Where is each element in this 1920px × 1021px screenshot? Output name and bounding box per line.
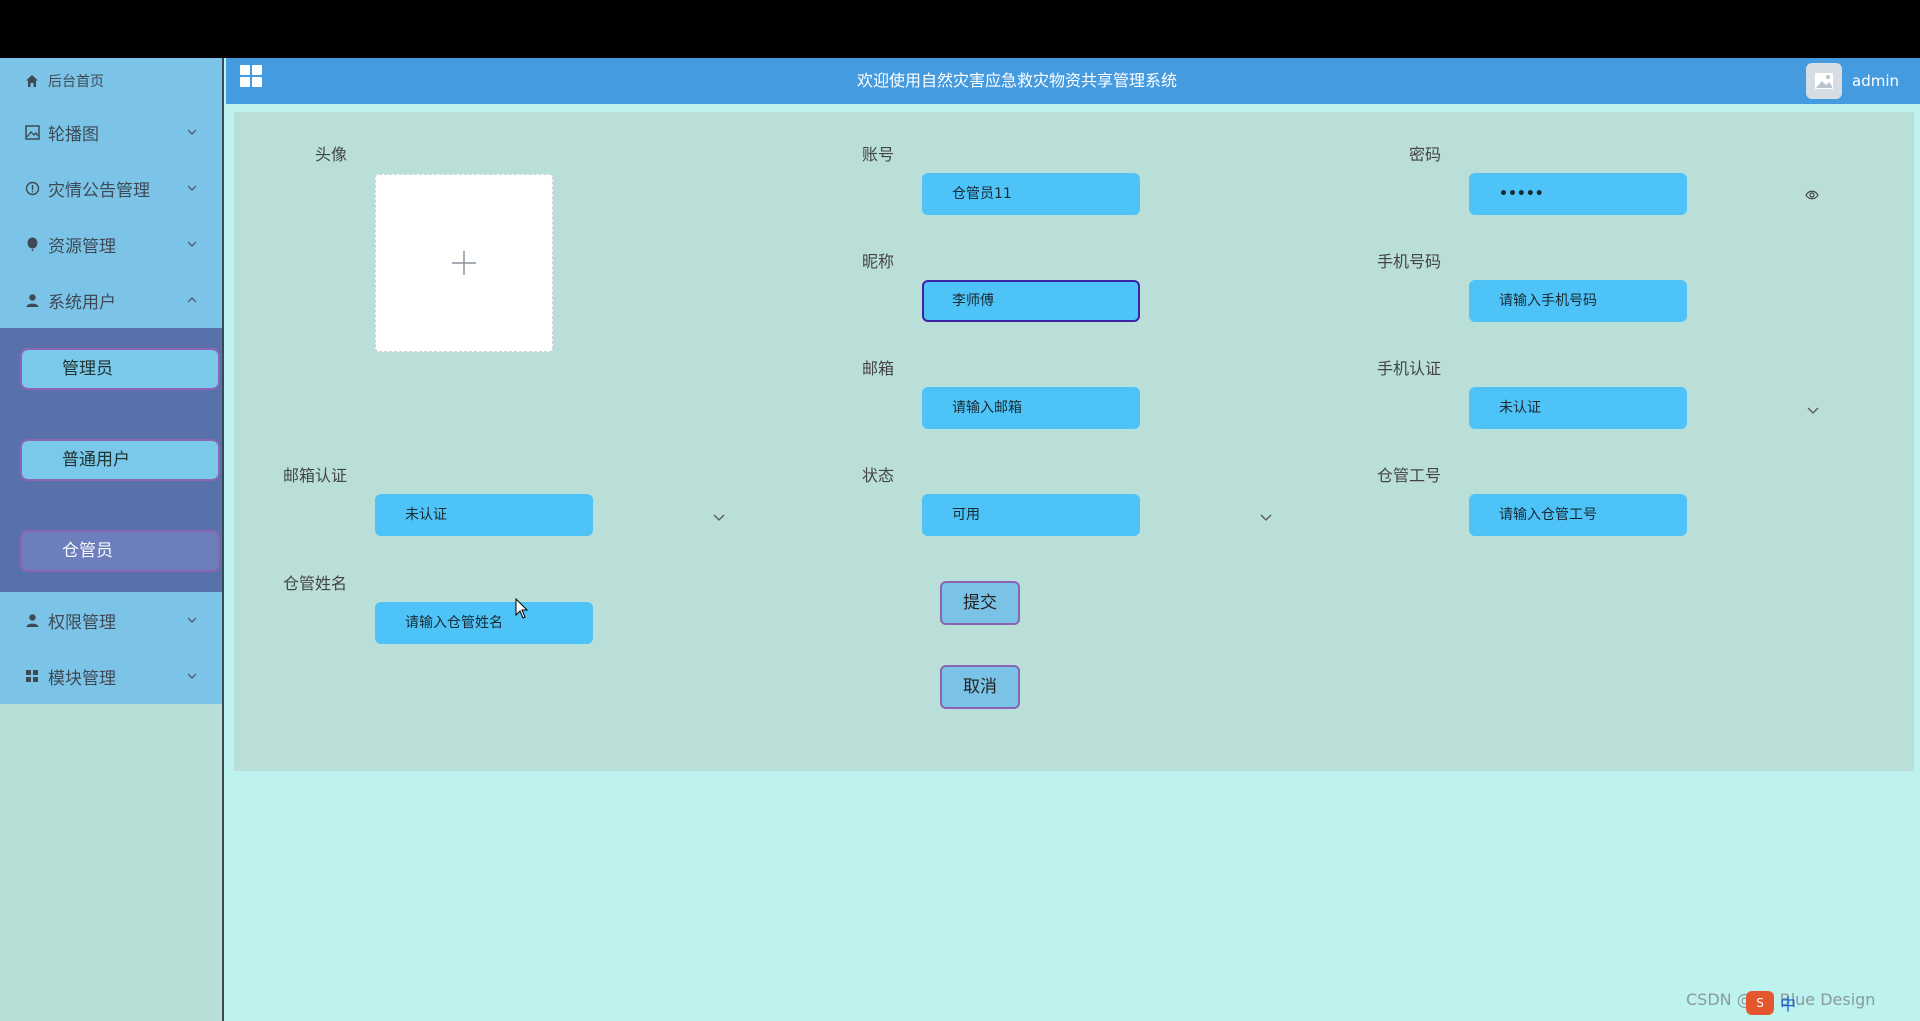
- chevron-down-icon: [187, 617, 197, 623]
- sidebar-item-resources[interactable]: 资源管理: [0, 216, 222, 272]
- chevron-down-icon: [187, 129, 197, 135]
- system-title: 欢迎使用自然灾害应急救灾物资共享管理系统: [856, 71, 1177, 90]
- avatar-upload[interactable]: [375, 174, 553, 352]
- email-label: 邮箱: [861, 359, 894, 378]
- cancel-button[interactable]: 取消: [940, 665, 1020, 709]
- sidebar-item-carousel[interactable]: 轮播图: [0, 104, 222, 160]
- staff-id-input[interactable]: 请输入仓管工号: [1469, 494, 1687, 536]
- chevron-up-icon: [187, 297, 197, 303]
- sidebar-item-permissions[interactable]: 权限管理: [0, 592, 222, 648]
- image-icon: [1815, 73, 1833, 89]
- info-circle-icon: [24, 180, 40, 196]
- sidebar-item-label: 灾情公告管理: [48, 180, 150, 201]
- email-input[interactable]: 请输入邮箱: [922, 387, 1140, 429]
- staff-name-input[interactable]: 请输入仓管姓名: [375, 602, 593, 644]
- username[interactable]: admin: [1852, 58, 1899, 104]
- sidebar-item-label: 系统用户: [48, 292, 116, 313]
- nickname-input[interactable]: 李师傅: [922, 280, 1140, 322]
- chevron-down-icon: [187, 241, 197, 247]
- screen-top-black-bar: [0, 0, 1920, 58]
- phone-label: 手机号码: [1376, 252, 1441, 271]
- sidebar: 后台首页 轮播图 灾情公告管理 资源管理 系统用户 管理员 普通用户 仓管员 权…: [0, 58, 224, 1021]
- nickname-label: 昵称: [861, 252, 894, 271]
- system-users-submenu: 管理员 普通用户 仓管员: [0, 328, 222, 592]
- plus-icon: [452, 251, 476, 275]
- top-header: 欢迎使用自然灾害应急救灾物资共享管理系统 admin: [226, 58, 1920, 104]
- grid-icon: [24, 668, 40, 684]
- chevron-down-icon[interactable]: [1259, 510, 1273, 524]
- ime-language: 中: [1780, 995, 1797, 1014]
- chevron-down-icon[interactable]: [1806, 403, 1820, 417]
- sidebar-item-label: 轮播图: [48, 124, 99, 145]
- status-select[interactable]: 可用: [922, 494, 1140, 536]
- email-verify-select[interactable]: 未认证: [375, 494, 593, 536]
- sidebar-item-system-users[interactable]: 系统用户: [0, 272, 222, 328]
- sidebar-item-label: 后台首页: [48, 74, 104, 90]
- password-label: 密码: [1408, 145, 1441, 164]
- sidebar-item-label: 资源管理: [48, 236, 116, 257]
- sidebar-item-label: 模块管理: [48, 668, 116, 689]
- user-icon: [24, 292, 40, 308]
- submit-button[interactable]: 提交: [940, 581, 1020, 625]
- chevron-down-icon[interactable]: [712, 510, 726, 524]
- mouse-cursor-icon: [515, 598, 529, 619]
- user-icon: [24, 612, 40, 628]
- sidebar-bottom-group: 权限管理 模块管理: [0, 592, 222, 704]
- staff-name-label: 仓管姓名: [282, 574, 347, 593]
- avatar[interactable]: [1806, 63, 1842, 99]
- eye-icon[interactable]: [1805, 186, 1819, 205]
- balloon-icon: [24, 236, 40, 252]
- chevron-down-icon: [187, 185, 197, 191]
- submenu-item-regular-user[interactable]: 普通用户: [20, 439, 220, 481]
- avatar-label: 头像: [314, 145, 347, 164]
- submenu-item-warehouse-keeper[interactable]: 仓管员: [20, 530, 220, 572]
- phone-input[interactable]: 请输入手机号码: [1469, 280, 1687, 322]
- email-verify-label: 邮箱认证: [282, 466, 347, 485]
- sidebar-item-disaster-notice[interactable]: 灾情公告管理: [0, 160, 222, 216]
- phone-verify-label: 手机认证: [1376, 359, 1441, 378]
- sidebar-item-label: 权限管理: [48, 612, 116, 633]
- ime-toolbar[interactable]: S 中: [1746, 990, 1796, 1016]
- status-label: 状态: [861, 466, 894, 485]
- phone-verify-select[interactable]: 未认证: [1469, 387, 1687, 429]
- sidebar-item-modules[interactable]: 模块管理: [0, 648, 222, 704]
- account-input[interactable]: 仓管员11: [922, 173, 1140, 215]
- submenu-item-administrator[interactable]: 管理员: [20, 348, 220, 390]
- account-label: 账号: [861, 145, 894, 164]
- image-icon: [24, 124, 40, 140]
- chevron-down-icon: [187, 673, 197, 679]
- staff-id-label: 仓管工号: [1376, 466, 1441, 485]
- password-input[interactable]: •••••: [1469, 173, 1687, 215]
- ime-logo-icon: S: [1746, 991, 1774, 1015]
- home-icon: [24, 73, 40, 89]
